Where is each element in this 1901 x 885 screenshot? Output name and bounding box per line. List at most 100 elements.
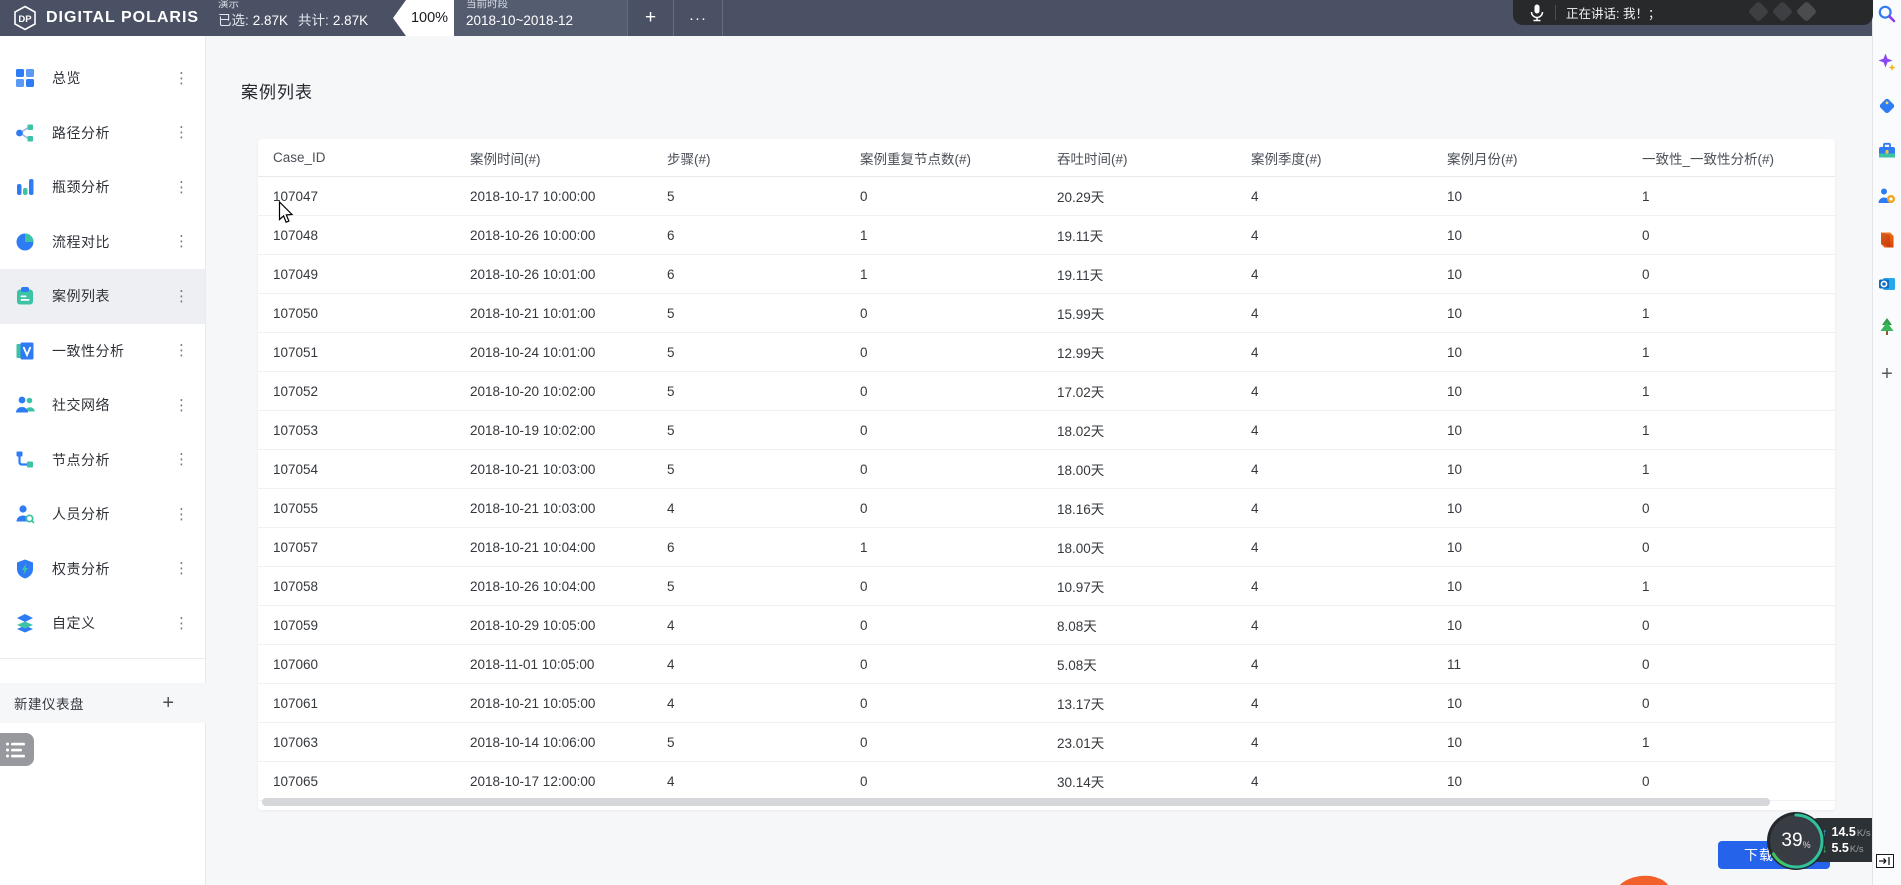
kebab-menu-icon[interactable]: ⋮ <box>170 178 193 197</box>
table-cell: 18.16天 <box>1057 502 1105 517</box>
table-row[interactable]: 107055 2018-10-21 10:03:00 4 0 18.16天 4 10 0 <box>258 489 1835 528</box>
office-icon[interactable] <box>1877 230 1897 250</box>
table-row[interactable]: 107058 2018-10-26 10:04:00 5 0 10.97天 4 10 1 <box>258 567 1835 606</box>
sidebar-item-path-analysis[interactable]: 路径分析 ⋮ <box>0 106 205 161</box>
column-header[interactable]: 一致性_一致性分析(#) <box>1642 148 1835 168</box>
floating-list-toggle-button[interactable] <box>0 733 34 766</box>
dp-hexagon-logo-icon: DP <box>12 5 38 31</box>
table-cell: 2018-10-20 10:02:00 <box>470 383 596 399</box>
table-cell: 1 <box>860 227 868 243</box>
table-cell: 107063 <box>273 734 319 750</box>
sidebar-item-personnel[interactable]: 人员分析 ⋮ <box>0 487 205 542</box>
table-cell: 0 <box>860 773 868 789</box>
column-header[interactable]: 吞吐时间(#) <box>1057 148 1251 168</box>
column-header[interactable]: Case_ID <box>273 150 470 165</box>
sidebar-nav: 总览 ⋮ 路径分析 ⋮ 瓶颈分析 ⋮ 流程对比 ⋮ 案例列表 ⋮ 一致性分析 ⋮ 社交网络 ⋮ 节点分析 ⋮ 人… <box>0 51 205 651</box>
sidebar-item-consistency[interactable]: 一致性分析 ⋮ <box>0 324 205 379</box>
brand-logo: DP DIGITAL POLARIS <box>0 0 206 36</box>
dock-add-icon[interactable]: + <box>1877 364 1897 384</box>
sidebar-item-social-network[interactable]: 社交网络 ⋮ <box>0 378 205 433</box>
kebab-menu-icon[interactable]: ⋮ <box>170 287 193 306</box>
kebab-menu-icon[interactable]: ⋮ <box>170 505 193 524</box>
sidebar-item-process-compare[interactable]: 流程对比 ⋮ <box>0 215 205 270</box>
percent-badge[interactable]: 100% <box>393 0 454 36</box>
table-cell: 0 <box>1642 695 1650 711</box>
table-row[interactable]: 107065 2018-10-17 12:00:00 4 0 30.14天 4 10 0 <box>258 762 1835 801</box>
overlay-divider <box>1555 5 1556 20</box>
social-network-icon <box>14 394 36 416</box>
table-row[interactable]: 107059 2018-10-29 10:05:00 4 0 8.08天 4 10 0 <box>258 606 1835 645</box>
table-cell: 11 <box>1447 656 1462 672</box>
download-progress-circle[interactable]: 39 % <box>1765 810 1827 872</box>
ghost-shape-icon <box>1747 0 1770 23</box>
more-options-button[interactable]: ··· <box>673 0 723 36</box>
table-row[interactable]: 107047 2018-10-17 10:00:00 5 0 20.29天 4 10 1 <box>258 177 1835 216</box>
table-cell: 0 <box>860 695 868 711</box>
tree-icon[interactable] <box>1877 317 1897 337</box>
new-dashboard-add-button[interactable]: + <box>162 692 174 715</box>
tag-icon[interactable] <box>1877 96 1897 116</box>
column-header[interactable]: 步骤(#) <box>667 148 860 168</box>
table-row[interactable]: 107053 2018-10-19 10:02:00 5 0 18.02天 4 10 1 <box>258 411 1835 450</box>
kebab-menu-icon[interactable]: ⋮ <box>170 123 193 142</box>
dataset-tab[interactable]: 演示 已选: 2.87K 共计: 2.87K <box>218 0 395 36</box>
microphone-icon[interactable] <box>1527 3 1547 23</box>
table-row[interactable]: 107061 2018-10-21 10:05:00 4 0 13.17天 4 10 0 <box>258 684 1835 723</box>
horizontal-scrollbar[interactable] <box>262 798 1770 806</box>
table-cell: 0 <box>1642 773 1650 789</box>
table-cell: 10 <box>1447 695 1463 711</box>
kebab-menu-icon[interactable]: ⋮ <box>170 232 193 251</box>
table-row[interactable]: 107050 2018-10-21 10:01:00 5 0 15.99天 4 10 1 <box>258 294 1835 333</box>
table-row[interactable]: 107057 2018-10-21 10:04:00 6 1 18.00天 4 10 0 <box>258 528 1835 567</box>
outlook-icon[interactable] <box>1877 274 1897 294</box>
search-icon[interactable] <box>1877 4 1897 24</box>
table-cell: 2018-10-21 10:03:00 <box>470 461 596 477</box>
sidebar-item-overview[interactable]: 总览 ⋮ <box>0 51 205 106</box>
sidebar-item-bottleneck[interactable]: 瓶颈分析 ⋮ <box>0 160 205 215</box>
table-cell: 5 <box>667 305 675 321</box>
table-row[interactable]: 107052 2018-10-20 10:02:00 5 0 17.02天 4 10 1 <box>258 372 1835 411</box>
kebab-menu-icon[interactable]: ⋮ <box>170 69 193 88</box>
personnel-icon <box>14 503 36 525</box>
column-header[interactable]: 案例季度(#) <box>1251 148 1447 168</box>
table-cell: 0 <box>860 500 868 516</box>
table-row[interactable]: 107048 2018-10-26 10:00:00 6 1 19.11天 4 10 0 <box>258 216 1835 255</box>
table-row[interactable]: 107063 2018-10-14 10:06:00 5 0 23.01天 4 10 1 <box>258 723 1835 762</box>
table-row[interactable]: 107060 2018-11-01 10:05:00 4 0 5.08天 4 11 0 <box>258 645 1835 684</box>
table-row[interactable]: 107051 2018-10-24 10:01:00 5 0 12.99天 4 10 1 <box>258 333 1835 372</box>
dock-out-icon[interactable] <box>1876 854 1894 868</box>
table-cell: 0 <box>1642 227 1650 243</box>
column-header[interactable]: 案例月份(#) <box>1447 148 1642 168</box>
column-header[interactable]: 案例时间(#) <box>470 148 667 168</box>
kebab-menu-icon[interactable]: ⋮ <box>170 396 193 415</box>
table-row[interactable]: 107054 2018-10-21 10:03:00 5 0 18.00天 4 10 1 <box>258 450 1835 489</box>
sidebar-item-case-list[interactable]: 案例列表 ⋮ <box>0 269 205 324</box>
table-row[interactable]: 107049 2018-10-26 10:01:00 6 1 19.11天 4 10 0 <box>258 255 1835 294</box>
table-cell: 1 <box>860 539 868 555</box>
table-cell: 13.17天 <box>1057 697 1105 712</box>
table-cell: 107052 <box>273 383 319 399</box>
kebab-menu-icon[interactable]: ⋮ <box>170 559 193 578</box>
sidebar-item-custom[interactable]: 自定义 ⋮ <box>0 596 205 651</box>
person-gear-icon[interactable] <box>1877 186 1897 206</box>
table-cell: 107059 <box>273 617 319 633</box>
kebab-menu-icon[interactable]: ⋮ <box>170 450 193 469</box>
add-tab-button[interactable]: + <box>627 0 673 36</box>
ghost-shape-icon <box>1795 0 1818 23</box>
sidebar-item-node-analysis[interactable]: 节点分析 ⋮ <box>0 433 205 488</box>
table-cell: 18.02天 <box>1057 424 1105 439</box>
new-dashboard-row: 新建仪表盘 + <box>0 683 206 723</box>
table-cell: 5 <box>667 383 675 399</box>
sidebar-item-authority[interactable]: 权责分析 ⋮ <box>0 542 205 597</box>
ai-sparkle-icon[interactable] <box>1877 52 1897 72</box>
ghost-shape-icon <box>1771 0 1794 23</box>
column-header[interactable]: 案例重复节点数(#) <box>860 148 1057 168</box>
kebab-menu-icon[interactable]: ⋮ <box>170 341 193 360</box>
toolbox-icon[interactable] <box>1877 141 1897 161</box>
period-tab[interactable]: 当前时段 2018-10~2018-12 <box>454 0 627 36</box>
table-cell: 1 <box>1642 422 1650 438</box>
table-cell: 1 <box>1642 461 1650 477</box>
table-cell: 1 <box>1642 578 1650 594</box>
kebab-menu-icon[interactable]: ⋮ <box>170 614 193 633</box>
table-cell: 1 <box>1642 383 1650 399</box>
